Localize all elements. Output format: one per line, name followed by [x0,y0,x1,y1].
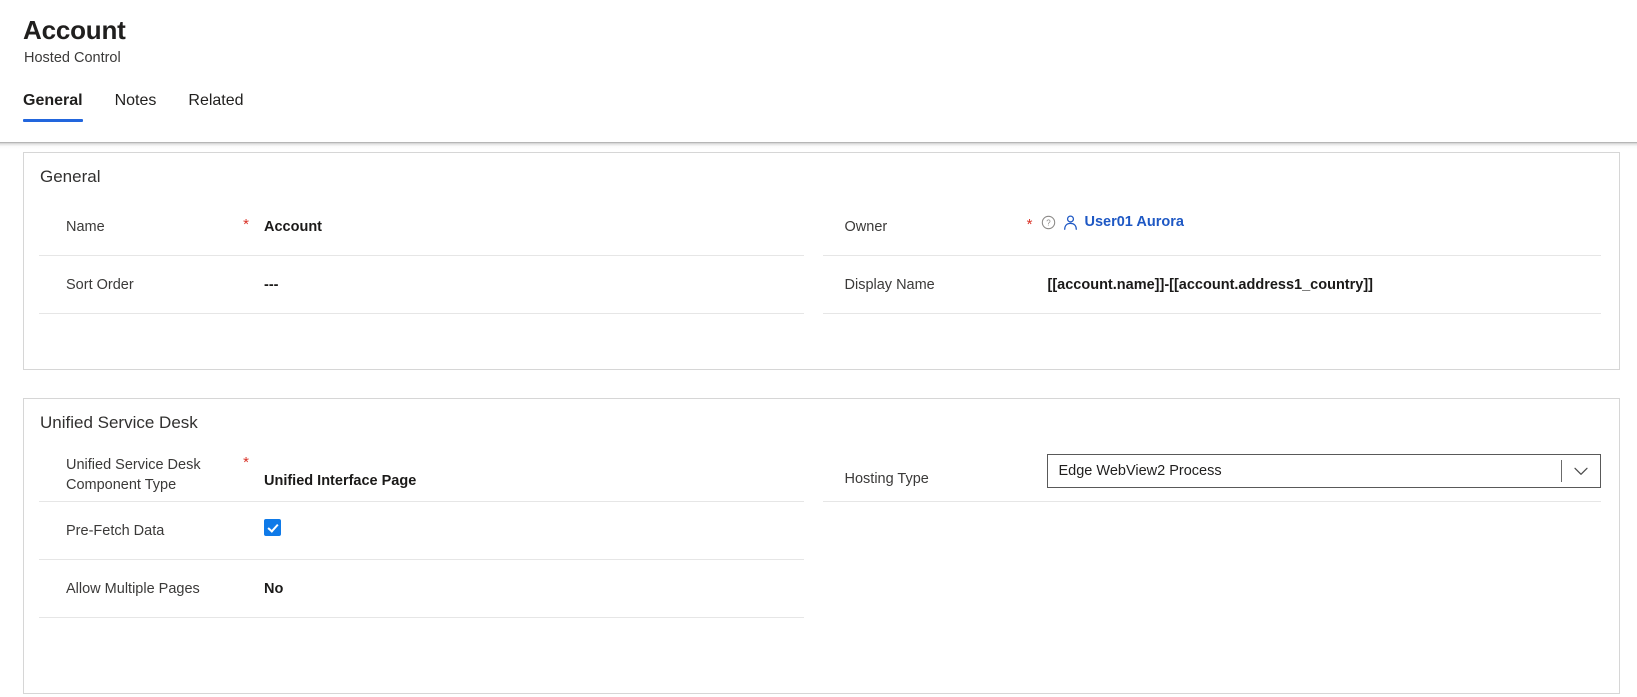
help-circle-icon: ? [1041,215,1056,230]
field-row-sort-order: Sort Order --- [39,256,804,314]
field-label-sort-order: Sort Order [66,277,134,293]
field-value-allow-multiple-pages[interactable]: No [253,560,804,599]
field-label-name: Name [66,219,105,235]
field-row-allow-multiple-pages: Allow Multiple Pages No [39,560,804,618]
page-header: Account Hosted Control General Notes Rel… [0,0,1637,143]
tab-related-label: Related [188,92,244,109]
field-row-pre-fetch-data: Pre-Fetch Data [39,502,804,560]
hosting-type-dropdown[interactable]: Edge WebView2 Process [1046,454,1601,488]
required-marker-owner: * [1026,216,1033,233]
field-label-pre-fetch-data: Pre-Fetch Data [66,523,165,539]
header-divider [0,141,1637,149]
required-marker-component-type: * [243,454,249,471]
entity-type-subtitle: Hosted Control [24,50,121,66]
form-body: General Name * Account Sort Order --- Ow… [0,149,1637,697]
field-row-hosting-type: Hosting Type Edge WebView2 Process [822,444,1601,502]
field-label-component-type-line2: Component Type [66,477,177,493]
section-general: General Name * Account Sort Order --- Ow… [23,152,1620,370]
field-label-allow-multiple-pages: Allow Multiple Pages [66,581,200,597]
field-value-component-type[interactable]: Unified Interface Page [253,444,804,491]
field-row-name: Name * Account [39,198,804,256]
section-usd-right-column: Hosting Type Edge WebView2 Process [822,444,1620,618]
field-value-display-name[interactable]: [[account.name]]-[[account.address1_coun… [1037,256,1602,295]
pre-fetch-data-checkbox-wrap [253,502,804,541]
required-marker-name: * [243,216,249,233]
field-label-owner: Owner [844,219,888,235]
person-icon [1062,214,1079,231]
section-general-left-column: Name * Account Sort Order --- [24,198,822,314]
tab-related[interactable]: Related [188,90,259,122]
section-usd-columns: Unified Service Desk Component Type * Un… [24,444,1619,618]
form-tab-strip: General Notes Related [23,90,260,122]
tab-notes[interactable]: Notes [115,90,173,122]
field-value-sort-order[interactable]: --- [253,256,804,295]
section-unified-service-desk: Unified Service Desk Unified Service Des… [23,398,1620,694]
field-label-component-type: Unified Service Desk Component Type [39,444,239,495]
field-label-hosting-type: Hosting Type [844,471,929,487]
tab-general[interactable]: General [23,90,99,122]
tab-general-label: General [23,92,83,109]
chevron-down-icon[interactable] [1562,455,1600,487]
tab-notes-label: Notes [114,92,157,109]
owner-lookup[interactable]: ? User01 Aurora [1037,198,1602,232]
field-label-component-type-line1: Unified Service Desk [66,457,201,473]
svg-text:?: ? [1046,218,1051,227]
field-row-owner: Owner * ? User01 Aurora [822,198,1602,256]
hosting-type-selected-value: Edge WebView2 Process [1058,463,1222,479]
page-title: Account [23,15,126,45]
pre-fetch-data-checkbox[interactable] [264,519,281,536]
hosting-type-dropdown-wrap: Edge WebView2 Process [1037,444,1601,488]
section-usd-title: Unified Service Desk [40,413,198,432]
owner-lookup-link[interactable]: User01 Aurora [1085,212,1184,232]
field-row-component-type: Unified Service Desk Component Type * Un… [39,444,804,502]
field-label-display-name: Display Name [844,277,935,293]
field-row-display-name: Display Name [[account.name]]-[[account.… [822,256,1602,314]
section-usd-left-column: Unified Service Desk Component Type * Un… [24,444,822,618]
field-value-name[interactable]: Account [253,198,804,237]
section-general-right-column: Owner * ? User01 Aurora Display Name [[a… [822,198,1620,314]
section-general-columns: Name * Account Sort Order --- Owner * ? … [24,198,1619,314]
section-general-title: General [40,167,101,186]
